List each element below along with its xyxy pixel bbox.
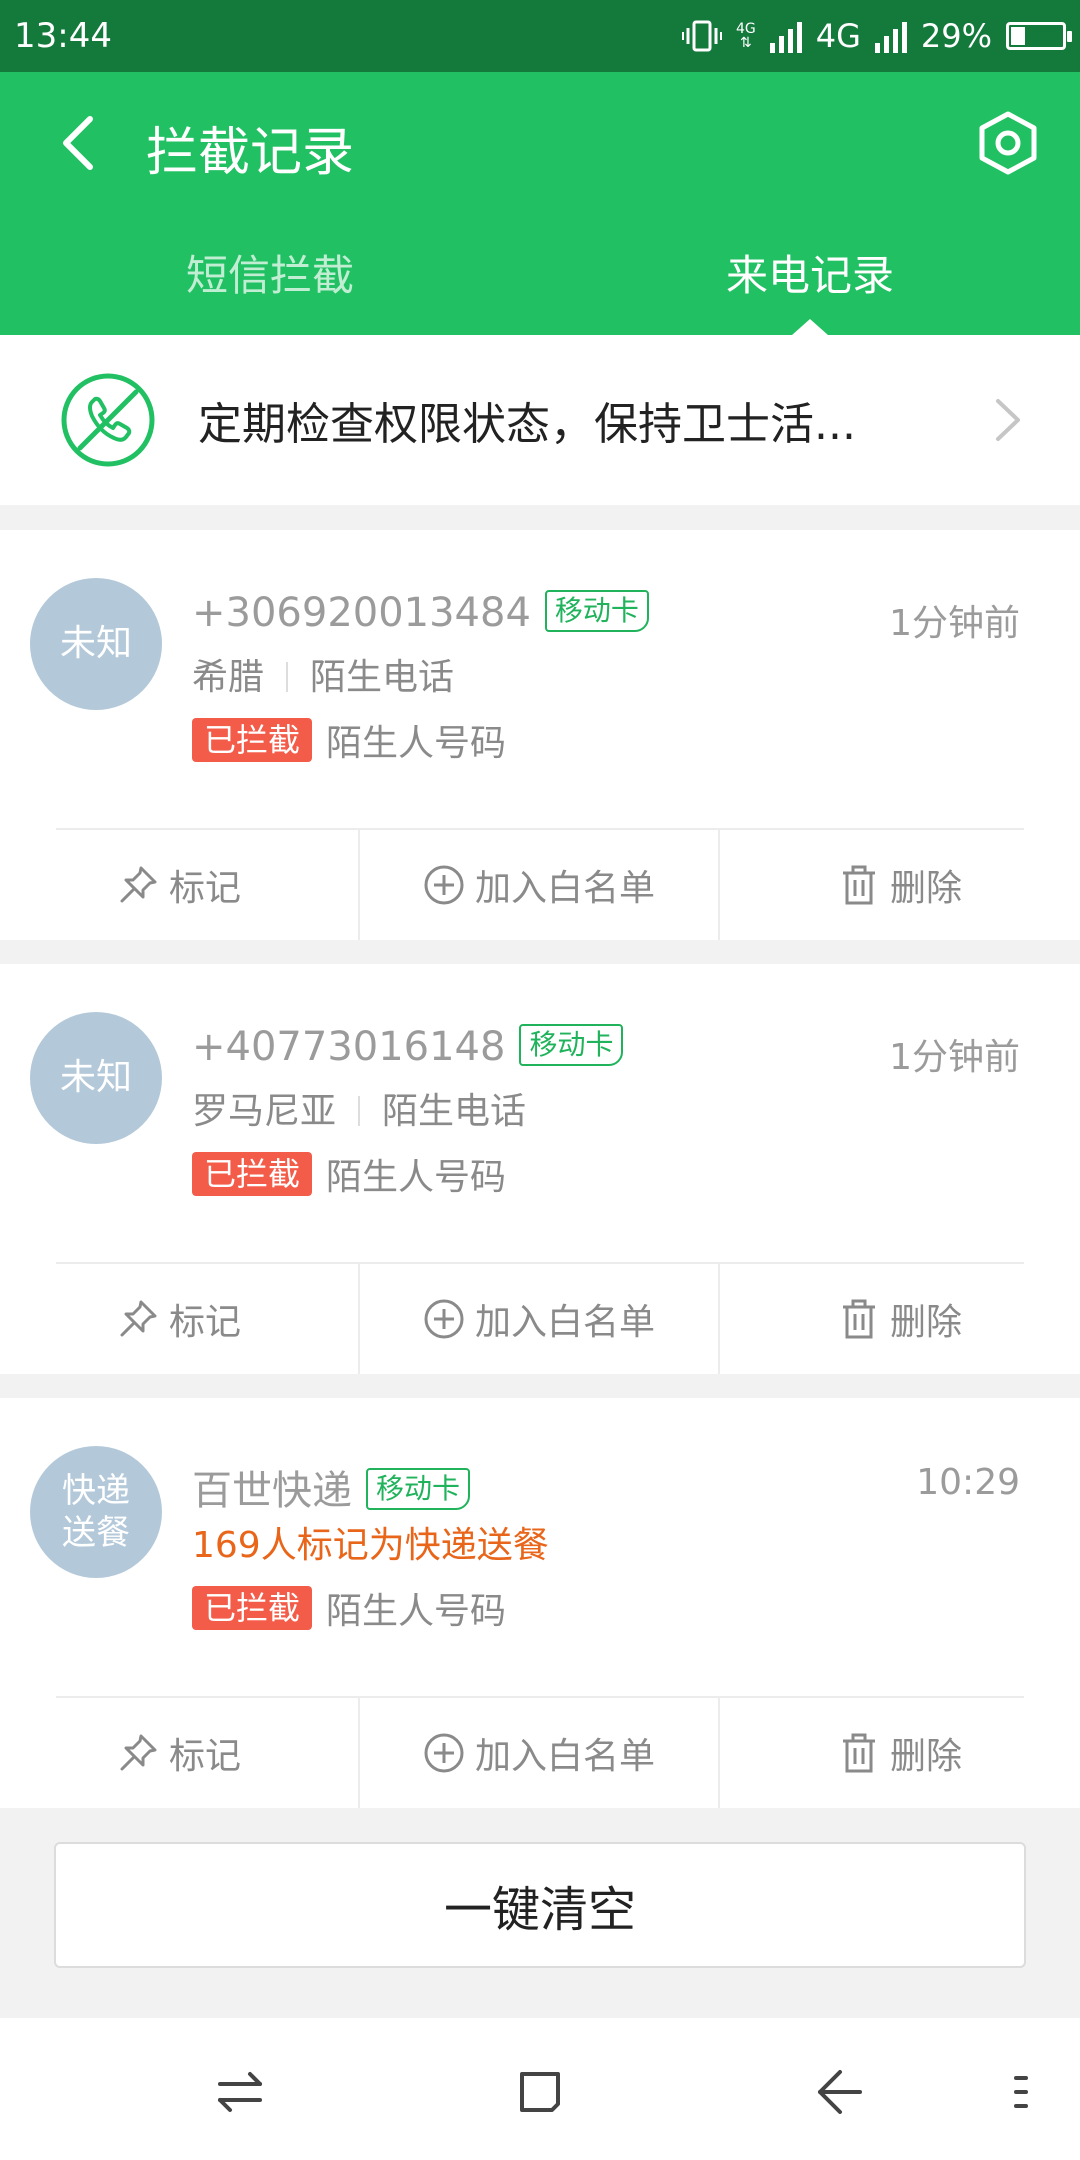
plus-circle-icon — [424, 1299, 464, 1339]
delete-button[interactable]: 删除 — [720, 830, 1080, 940]
caller-name-text: 百世快递 — [192, 1468, 352, 1514]
active-tab-indicator — [792, 319, 828, 335]
delete-label: 删除 — [889, 1302, 962, 1343]
block-status: 已拦截 陌生人号码 — [192, 1582, 506, 1634]
avatar-line-2: 送餐 — [62, 1513, 130, 1553]
caller-info: 希腊 陌生电话 — [192, 648, 454, 700]
status-bar: 13:44 4G ⇅ 4G 29% — [0, 0, 1080, 72]
mark-button[interactable]: 标记 — [0, 1264, 360, 1374]
menu-icon[interactable] — [1000, 2062, 1040, 2122]
blocked-badge: 已拦截 — [192, 1586, 313, 1630]
plus-circle-icon — [424, 865, 464, 905]
caller-number: +306920013484 移动卡 — [192, 590, 649, 636]
whitelist-label: 加入白名单 — [474, 868, 655, 909]
plus-circle-icon — [424, 1733, 464, 1773]
net-large-label: 4G — [815, 17, 861, 55]
whitelist-label: 加入白名单 — [474, 1302, 655, 1343]
back-button[interactable] — [48, 108, 108, 178]
signal-icon — [769, 19, 802, 53]
delete-label: 删除 — [889, 1736, 962, 1777]
avatar-line-1: 快递 — [62, 1471, 130, 1511]
block-reason: 陌生人号码 — [326, 1591, 507, 1632]
block-reason: 陌生人号码 — [326, 1157, 507, 1198]
mark-label: 标记 — [168, 1302, 241, 1343]
clear-all-button[interactable]: 一键清空 — [54, 1842, 1026, 1968]
block-status: 已拦截 陌生人号码 — [192, 714, 506, 766]
caller-type: 陌生电话 — [310, 657, 455, 698]
call-time: 10:29 — [916, 1462, 1020, 1503]
status-time: 13:44 — [14, 16, 112, 56]
signal-icon-2 — [874, 19, 907, 53]
mark-button[interactable]: 标记 — [0, 1698, 360, 1808]
trash-icon — [842, 865, 875, 905]
back-arrow-icon — [63, 116, 93, 170]
pin-icon — [120, 1734, 157, 1771]
avatar: 快递 送餐 — [30, 1446, 162, 1578]
switch-apps-icon[interactable] — [210, 2062, 270, 2122]
blocked-badge: 已拦截 — [192, 718, 313, 762]
caller-type: 陌生电话 — [382, 1091, 527, 1132]
settings-button[interactable] — [976, 110, 1040, 176]
trash-icon — [842, 1733, 875, 1773]
record-actions: 标记 加入白名单 删除 — [0, 1698, 1080, 1808]
sim-badge: 移动卡 — [366, 1468, 471, 1510]
home-square-icon[interactable] — [510, 2062, 570, 2122]
call-record-3[interactable]: 快递 送餐 百世快递 移动卡 10:29 169人标记为快递送餐 已拦截 陌生人号… — [0, 1398, 1080, 1808]
caller-number-text: +306920013484 — [192, 590, 531, 636]
net-small-label: 4G — [735, 21, 756, 37]
permission-banner[interactable]: 定期检查权限状态，保持卫士活... — [0, 335, 1080, 505]
record-actions: 标记 加入白名单 删除 — [0, 1264, 1080, 1374]
battery-icon — [1006, 22, 1072, 50]
banner-text: 定期检查权限状态，保持卫士活... — [198, 399, 856, 450]
data-activity-icon: 4G ⇅ — [736, 22, 756, 50]
chevron-right-icon — [996, 399, 1020, 441]
caller-info: 罗马尼亚 陌生电话 — [192, 1082, 526, 1134]
avatar: 未知 — [30, 1012, 162, 1144]
separator — [358, 1096, 361, 1126]
avatar: 未知 — [30, 578, 162, 710]
trash-icon — [842, 1299, 875, 1339]
pin-icon — [120, 1300, 157, 1337]
block-reason: 陌生人号码 — [326, 723, 507, 764]
mark-button[interactable]: 标记 — [0, 830, 360, 940]
updown-arrows-icon: ⇅ — [739, 35, 752, 51]
caller-number-text: +40773016148 — [192, 1024, 506, 1070]
mark-label: 标记 — [168, 1736, 241, 1777]
caller-number: +40773016148 移动卡 — [192, 1024, 624, 1070]
add-whitelist-button[interactable]: 加入白名单 — [360, 1264, 720, 1374]
call-time: 1分钟前 — [889, 603, 1020, 644]
tab-sms-block[interactable]: 短信拦截 — [186, 242, 354, 303]
sim-badge: 移动卡 — [544, 590, 649, 632]
caller-location: 罗马尼亚 — [192, 1091, 337, 1132]
add-whitelist-button[interactable]: 加入白名单 — [360, 830, 720, 940]
delete-label: 删除 — [889, 868, 962, 909]
vibrate-icon — [681, 20, 722, 52]
back-nav-icon[interactable] — [810, 2062, 870, 2122]
record-actions: 标记 加入白名单 删除 — [0, 830, 1080, 940]
call-block-icon — [61, 373, 155, 467]
mark-label: 标记 — [168, 868, 241, 909]
caller-location: 希腊 — [192, 657, 265, 698]
call-record-2[interactable]: 未知 +40773016148 移动卡 1分钟前 罗马尼亚 陌生电话 已拦截 陌生人… — [0, 964, 1080, 1374]
tab-call-record[interactable]: 来电记录 — [726, 242, 894, 303]
delete-button[interactable]: 删除 — [720, 1264, 1080, 1374]
pin-icon — [120, 866, 157, 903]
status-icons: 4G ⇅ 4G 29% — [681, 17, 1072, 55]
block-status: 已拦截 陌生人号码 — [192, 1148, 506, 1200]
battery-percent: 29% — [920, 17, 992, 55]
tag-note: 169人标记为快递送餐 — [192, 1525, 549, 1566]
whitelist-label: 加入白名单 — [474, 1736, 655, 1777]
sim-badge: 移动卡 — [519, 1024, 624, 1066]
settings-hexagon-icon — [979, 111, 1037, 175]
blocked-badge: 已拦截 — [192, 1152, 313, 1196]
app-header: 拦截记录 短信拦截 来电记录 — [0, 72, 1080, 335]
call-time: 1分钟前 — [889, 1037, 1020, 1078]
add-whitelist-button[interactable]: 加入白名单 — [360, 1698, 720, 1808]
separator — [286, 662, 289, 692]
system-nav-bar — [0, 2018, 1080, 2160]
caller-name: 百世快递 移动卡 — [192, 1458, 471, 1516]
delete-button[interactable]: 删除 — [720, 1698, 1080, 1808]
page-title: 拦截记录 — [146, 123, 355, 183]
call-record-1[interactable]: 未知 +306920013484 移动卡 1分钟前 希腊 陌生电话 已拦截 陌生人号… — [0, 530, 1080, 940]
